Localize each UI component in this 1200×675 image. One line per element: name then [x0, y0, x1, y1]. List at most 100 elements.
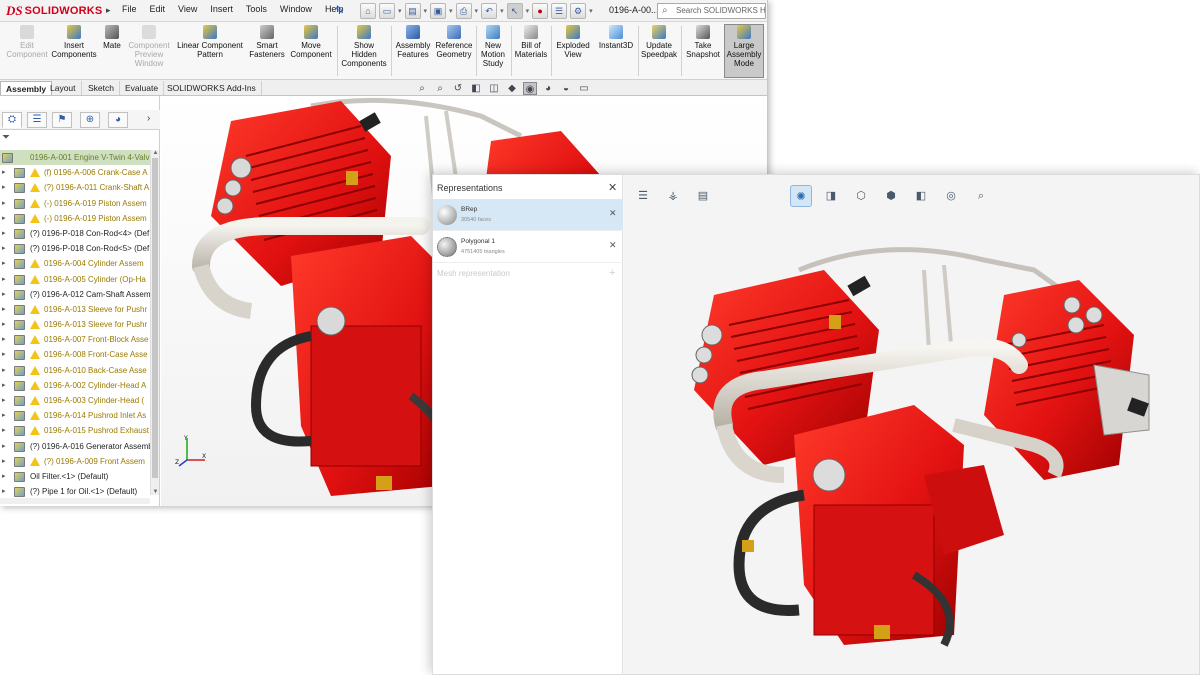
- chevron-right-icon[interactable]: ▸: [106, 5, 111, 16]
- update-speedpak-button[interactable]: Update Speedpak: [640, 25, 678, 59]
- menu-view[interactable]: View: [178, 4, 197, 14]
- tree-item[interactable]: ▸ 0196-A-004 Cylinder Assem: [0, 256, 150, 271]
- menu-file[interactable]: File: [122, 4, 137, 14]
- tree-item[interactable]: ▸ 0196-A-013 Sleeve for Pushr: [0, 317, 150, 332]
- print-icon[interactable]: ⎙: [455, 3, 472, 19]
- expand-arrow-icon[interactable]: ▸: [2, 484, 6, 499]
- tree-vertical-scrollbar[interactable]: ▲ ▼: [150, 150, 159, 495]
- tree-item[interactable]: ▸ (-) 0196-A-019 Piston Assem: [0, 211, 150, 226]
- tree-horizontal-scrollbar[interactable]: [0, 498, 150, 504]
- home-icon[interactable]: ⌂: [360, 3, 376, 19]
- tree-item[interactable]: ▸ 0196-A-007 Front-Block Asse: [0, 332, 150, 347]
- traffic-light-icon[interactable]: ●: [532, 3, 549, 19]
- tree-item[interactable]: ▸ 0196-A-013 Sleeve for Pushr: [0, 302, 150, 317]
- chevron-down-icon[interactable]: ▾: [475, 7, 479, 15]
- tree-item[interactable]: ▸ (?) 0196-P-018 Con-Rod<4> (Def: [0, 226, 150, 241]
- chevron-down-icon[interactable]: ▾: [449, 7, 453, 15]
- take-snapshot-button[interactable]: Take Snapshot: [684, 25, 722, 59]
- expand-arrow-icon[interactable]: ▸: [2, 196, 6, 211]
- tree-root-assembly[interactable]: 0196-A-001 Engine V-Twin 4-Valv: [0, 150, 150, 166]
- chevron-down-icon[interactable]: ▾: [424, 7, 428, 15]
- chevron-right-icon[interactable]: ›: [147, 113, 150, 124]
- representation-item-polygonal[interactable]: Polygonal 1 4751405 triangles ✕: [433, 231, 623, 263]
- exploded-view-button[interactable]: Exploded View: [553, 25, 593, 59]
- expand-arrow-icon[interactable]: ▸: [2, 211, 6, 226]
- expand-arrow-icon[interactable]: ▸: [2, 272, 6, 287]
- chevron-down-icon[interactable]: ▾: [589, 7, 593, 15]
- expand-arrow-icon[interactable]: ▸: [2, 256, 6, 271]
- display-style-icon[interactable]: ◆: [505, 82, 519, 95]
- mate-button[interactable]: Mate: [99, 25, 125, 50]
- tree-item[interactable]: ▸ (?) 0196-A-011 Crank-Shaft A: [0, 180, 150, 195]
- tree-item[interactable]: ▸ (?) 0196-P-018 Con-Rod<5> (Def: [0, 241, 150, 256]
- expand-arrow-icon[interactable]: ▸: [2, 378, 6, 393]
- add-mesh-representation-label[interactable]: Mesh representation: [437, 269, 510, 278]
- move-component-button[interactable]: Move Component: [288, 25, 334, 59]
- expand-arrow-icon[interactable]: ▸: [2, 363, 6, 378]
- representation-item-brep[interactable]: BRep 30540 faces ✕: [433, 199, 623, 231]
- zoom-to-fit-icon[interactable]: ⌕: [415, 82, 429, 95]
- expand-arrow-icon[interactable]: ▸: [2, 454, 6, 469]
- tree-item[interactable]: ▸ (?) 0196-A-016 Generator Assemb: [0, 439, 150, 454]
- close-icon[interactable]: ✕: [608, 181, 617, 194]
- web-viewer-3d-view[interactable]: ☰ ⚶ ▤ ✺ ◨ ⬡ ⬢ ◧ ◎ ⌕: [624, 175, 1199, 674]
- expand-arrow-icon[interactable]: ▸: [2, 423, 6, 438]
- menu-window[interactable]: Window: [280, 4, 312, 14]
- tree-item[interactable]: ▸ (?) 0196-A-012 Cam-Shaft Assem: [0, 287, 150, 302]
- expand-arrow-icon[interactable]: ▸: [2, 287, 6, 302]
- tab-solidworks-add-ins[interactable]: SOLIDWORKS Add-Ins: [162, 81, 262, 95]
- bill-of-materials-button[interactable]: Bill of Materials: [513, 25, 549, 59]
- menu-insert[interactable]: Insert: [210, 4, 233, 14]
- expand-arrow-icon[interactable]: ▸: [2, 408, 6, 423]
- apply-scene-icon[interactable]: ◒: [559, 82, 573, 95]
- tree-item[interactable]: ▸ 0196-A-002 Cylinder-Head A: [0, 378, 150, 393]
- display-manager-tab-icon[interactable]: ◕: [108, 112, 128, 128]
- new-motion-study-button[interactable]: New Motion Study: [478, 25, 508, 68]
- remove-representation-icon[interactable]: ✕: [609, 240, 617, 251]
- zoom-area-icon[interactable]: ⌕: [433, 82, 447, 95]
- expand-arrow-icon[interactable]: ▸: [2, 317, 6, 332]
- view-orientation-icon[interactable]: ◫: [487, 82, 501, 95]
- smart-fasteners-button[interactable]: Smart Fasteners: [248, 25, 286, 59]
- edit-component-button[interactable]: Edit Component: [4, 25, 50, 59]
- tree-item[interactable]: ▸ 0196-A-010 Back-Case Asse: [0, 363, 150, 378]
- tree-item[interactable]: ▸ (?) 0196-A-009 Front Assem: [0, 454, 150, 469]
- save-icon[interactable]: ▣: [430, 3, 447, 19]
- section-view-icon[interactable]: ◧: [469, 82, 483, 95]
- menu-edit[interactable]: Edit: [150, 4, 166, 14]
- component-preview-window-button[interactable]: Component Preview Window: [126, 25, 172, 68]
- linear-component-pattern-button[interactable]: Linear Component Pattern: [174, 25, 246, 59]
- filter-icon[interactable]: ⏷: [2, 132, 10, 143]
- scroll-down-icon[interactable]: ▼: [151, 489, 160, 495]
- chevron-down-icon[interactable]: ▾: [398, 7, 402, 15]
- tab-layout[interactable]: Layout: [45, 81, 82, 95]
- scrollbar-thumb[interactable]: [152, 158, 158, 478]
- assembly-features-button[interactable]: Assembly Features: [394, 25, 432, 59]
- scroll-up-icon[interactable]: ▲: [151, 150, 160, 156]
- chevron-down-icon[interactable]: ▾: [500, 7, 504, 15]
- tab-evaluate[interactable]: Evaluate: [120, 81, 165, 95]
- expand-arrow-icon[interactable]: ▸: [2, 165, 6, 180]
- tree-item[interactable]: ▸ (f) 0196-A-006 Crank-Case A: [0, 165, 150, 180]
- new-document-icon[interactable]: ▭: [379, 3, 395, 19]
- open-folder-icon[interactable]: ▤: [404, 3, 421, 19]
- instant3d-button[interactable]: Instant3D: [596, 25, 636, 50]
- chevron-down-icon[interactable]: ▾: [526, 7, 530, 15]
- large-assembly-mode-button[interactable]: Large Assembly Mode: [724, 24, 764, 78]
- hide-show-items-icon[interactable]: ◉: [523, 82, 537, 95]
- dimxpert-manager-tab-icon[interactable]: ⊕: [80, 112, 100, 128]
- expand-arrow-icon[interactable]: ▸: [2, 332, 6, 347]
- view-settings-icon[interactable]: ▭: [577, 82, 591, 95]
- property-manager-tab-icon[interactable]: ☰: [27, 112, 47, 128]
- pin-icon[interactable]: ✎: [335, 4, 344, 17]
- tree-item[interactable]: ▸ (-) 0196-A-019 Piston Assem: [0, 196, 150, 211]
- expand-arrow-icon[interactable]: ▸: [2, 226, 6, 241]
- tab-sketch[interactable]: Sketch: [83, 81, 120, 95]
- tree-item[interactable]: ▸ Oil Filter.<1> (Default): [0, 469, 150, 484]
- insert-components-button[interactable]: Insert Components: [50, 25, 98, 59]
- file-properties-icon[interactable]: ☰: [551, 3, 568, 19]
- expand-arrow-icon[interactable]: ▸: [2, 180, 6, 195]
- select-cursor-icon[interactable]: ↖: [506, 3, 523, 19]
- reference-geometry-button[interactable]: Reference Geometry: [434, 25, 474, 59]
- tree-item[interactable]: ▸ 0196-A-015 Pushrod Exhaust: [0, 423, 150, 438]
